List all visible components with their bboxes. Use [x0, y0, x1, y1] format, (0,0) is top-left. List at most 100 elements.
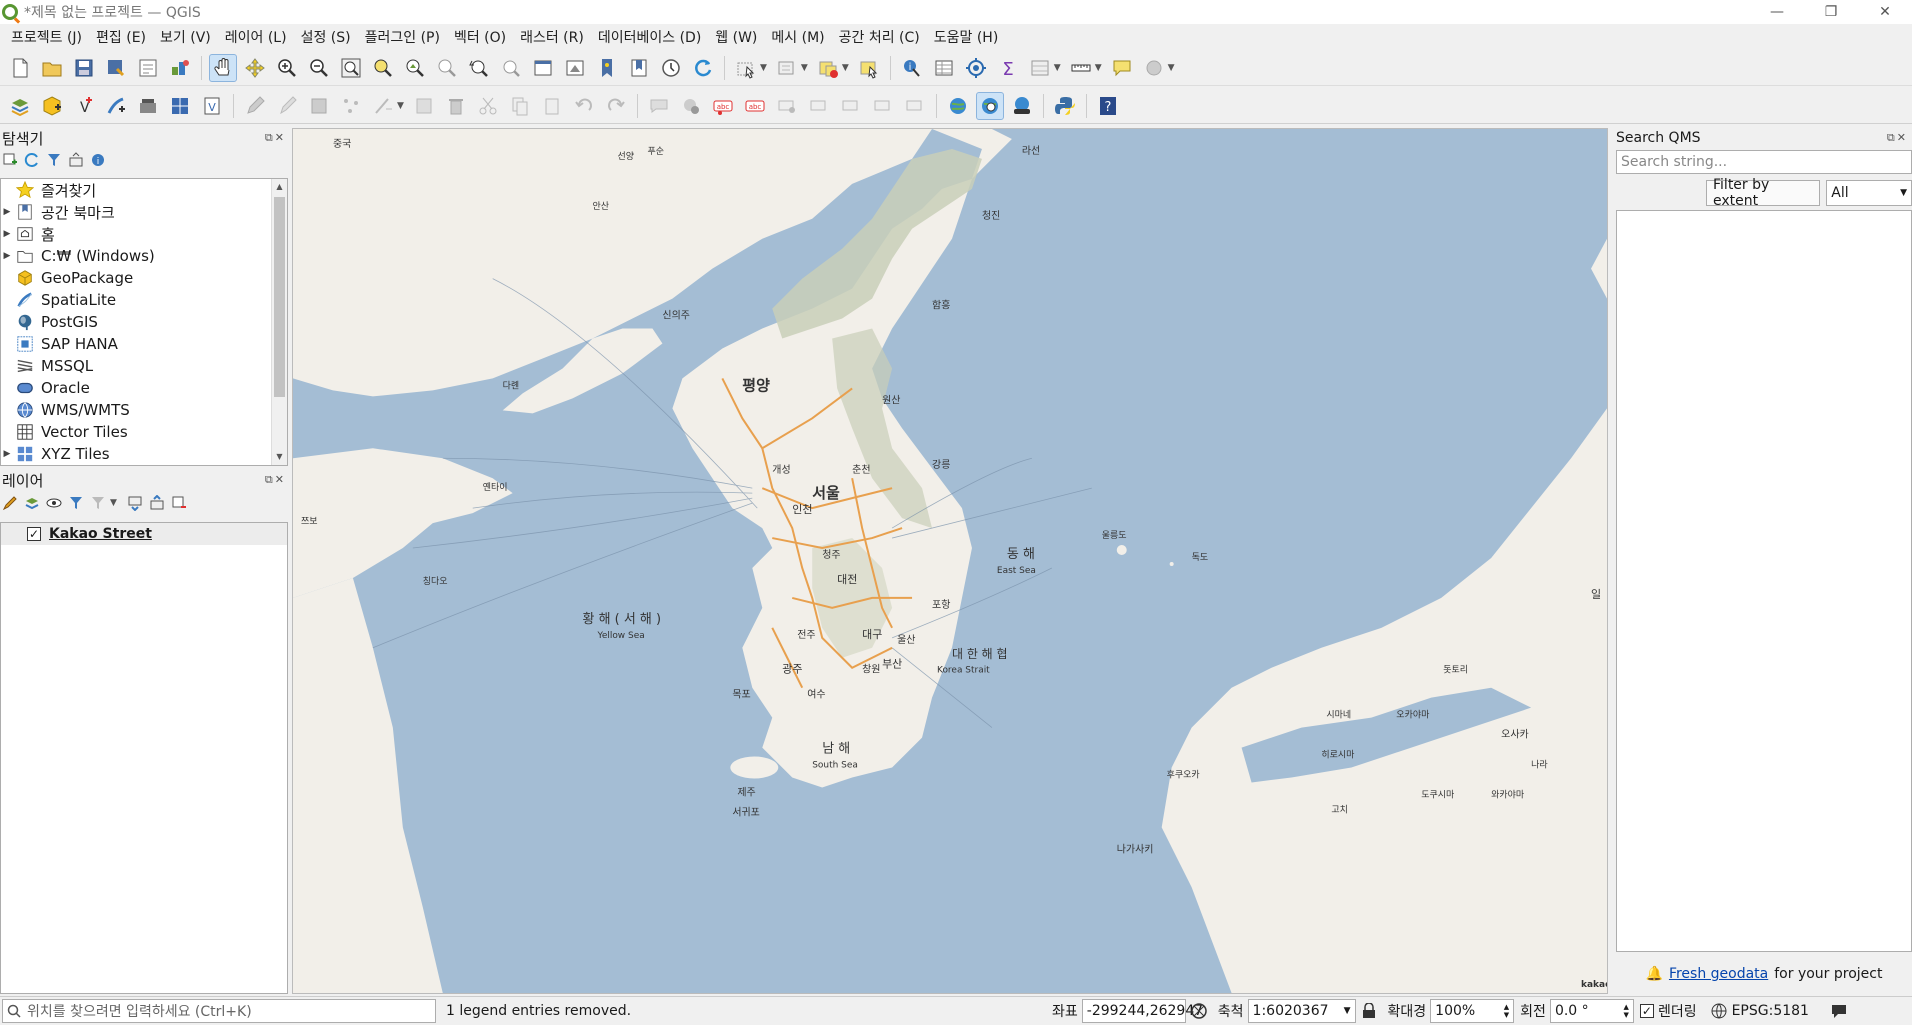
edits-icon[interactable] — [241, 92, 269, 120]
browser-item-oracle[interactable]: Oracle — [1, 377, 287, 399]
pan-map-icon[interactable] — [209, 53, 237, 82]
browser-item-wms[interactable]: WMS/WMTS — [1, 399, 287, 421]
map-tips-icon[interactable] — [1108, 54, 1136, 82]
panel-float-close-icon[interactable]: ⧉✕ — [265, 131, 286, 145]
zoom-to-layer-icon[interactable] — [401, 54, 429, 82]
properties-icon[interactable]: i — [90, 152, 106, 168]
label-toolbar-icon[interactable]: abc — [709, 92, 737, 120]
qms-search-input[interactable]: Search string... — [1616, 150, 1912, 174]
menu-database[interactable]: 데이터베이스 (D) — [591, 27, 708, 47]
change-label-icon[interactable] — [901, 92, 929, 120]
scale-combo[interactable]: 1:6020367 ▼ — [1247, 999, 1356, 1023]
new-geopackage-layer-icon[interactable] — [38, 92, 66, 120]
filter-by-extent-button[interactable]: Filter by extent — [1706, 177, 1821, 209]
menu-view[interactable]: 보기 (V) — [153, 27, 218, 47]
menu-settings[interactable]: 설정 (S) — [294, 27, 358, 47]
new-virtual-layer-icon[interactable] — [134, 92, 162, 120]
open-table-icon[interactable] — [1026, 54, 1054, 82]
spin-arrows-icon[interactable]: ▲ ▼ — [1624, 1003, 1629, 1019]
annotation-icon[interactable] — [645, 92, 673, 120]
field-calculator-icon[interactable] — [962, 54, 990, 82]
qms-filter-select[interactable]: All ▼ — [1826, 180, 1912, 206]
qms-settings-icon[interactable] — [1008, 92, 1036, 120]
expand-arrow-icon[interactable]: ▶ — [1, 207, 13, 217]
print-layout-icon[interactable] — [134, 54, 162, 82]
save-edits-icon[interactable] — [305, 92, 333, 120]
vertex-dropdown-icon[interactable]: ▼ — [397, 101, 404, 111]
new-mesh-layer-icon[interactable] — [166, 92, 194, 120]
scroll-down-icon[interactable]: ▼ — [272, 449, 287, 465]
zoom-last-icon[interactable] — [465, 54, 493, 82]
qms-search-icon[interactable] — [975, 91, 1004, 120]
select-by-value-icon[interactable] — [773, 54, 801, 82]
browser-item-mssql[interactable]: MSSQL — [1, 355, 287, 377]
style-layer-icon[interactable] — [2, 495, 18, 511]
menu-vector[interactable]: 벡터 (O) — [447, 27, 513, 47]
browser-item-spatialite[interactable]: SpatiaLite — [1, 289, 287, 311]
redo-icon[interactable] — [602, 92, 630, 120]
new-3d-view-icon[interactable] — [561, 54, 589, 82]
new-project-icon[interactable] — [6, 54, 34, 82]
new-shapefile-layer-icon[interactable]: V — [70, 92, 98, 120]
expand-all-icon[interactable] — [127, 495, 143, 511]
select-value-dropdown-icon[interactable]: ▼ — [801, 63, 808, 73]
panel-float-close-icon[interactable]: ⧉✕ — [265, 473, 286, 487]
menu-raster[interactable]: 래스터 (R) — [513, 27, 591, 47]
menu-project[interactable]: 프로젝트 (J) — [4, 27, 89, 47]
select-dropdown-icon[interactable]: ▼ — [760, 63, 767, 73]
new-map-view-icon[interactable] — [529, 54, 557, 82]
filter-browser-icon[interactable] — [46, 152, 62, 168]
deselect-dropdown-icon[interactable]: ▼ — [842, 63, 849, 73]
copy-features-icon[interactable] — [506, 92, 534, 120]
digitize-icon[interactable] — [337, 92, 365, 120]
add-group-icon[interactable] — [24, 495, 40, 511]
menu-plugins[interactable]: 플러그인 (P) — [358, 27, 447, 47]
undo-icon[interactable] — [570, 92, 598, 120]
menu-edit[interactable]: 편집 (E) — [89, 27, 153, 47]
modify-attributes-icon[interactable] — [410, 92, 438, 120]
close-button[interactable]: ✕ — [1858, 0, 1912, 24]
coordinate-field[interactable]: -299244,262947 — [1081, 999, 1203, 1023]
select-location-icon[interactable] — [855, 54, 883, 82]
decorations-icon[interactable] — [1140, 54, 1168, 82]
zoom-full-icon[interactable] — [337, 54, 365, 82]
move-label-icon[interactable] — [837, 92, 865, 120]
measure-dropdown-icon[interactable]: ▼ — [1095, 63, 1102, 73]
locator-search-input[interactable]: 위치를 찾으려면 입력하세요 (Ctrl+K) — [2, 999, 436, 1023]
rotate-label-icon[interactable] — [869, 92, 897, 120]
filter-legend-icon[interactable] — [68, 495, 84, 511]
zoom-out-icon[interactable] — [305, 54, 333, 82]
add-selected-layers-icon[interactable] — [2, 152, 18, 168]
remove-layer-icon[interactable] — [171, 495, 187, 511]
measure-line-icon[interactable] — [1067, 54, 1095, 82]
zoom-to-selection-icon[interactable] — [369, 54, 397, 82]
scroll-up-icon[interactable]: ▲ — [272, 179, 287, 195]
refresh-browser-icon[interactable] — [24, 152, 40, 168]
render-checkbox[interactable]: ✓ — [1639, 1004, 1654, 1018]
collapse-all-icon[interactable] — [68, 152, 84, 168]
browser-item-geopackage[interactable]: GeoPackage — [1, 267, 287, 289]
manage-visibility-icon[interactable] — [46, 495, 62, 511]
zoom-next-icon[interactable] — [497, 54, 525, 82]
new-temporary-layer-icon[interactable]: V — [198, 92, 226, 120]
vertex-tool-icon[interactable] — [369, 92, 397, 120]
quickmapservices-icon[interactable] — [944, 92, 972, 120]
cut-features-icon[interactable] — [474, 92, 502, 120]
statistics-icon[interactable]: Σ — [994, 54, 1022, 82]
filter-dropdown-icon[interactable]: ▼ — [110, 498, 117, 508]
new-spatialite-layer-icon[interactable] — [102, 92, 130, 120]
browser-item-postgis[interactable]: PostGIS — [1, 311, 287, 333]
select-features-icon[interactable] — [732, 54, 760, 82]
messages-icon[interactable] — [1829, 1001, 1849, 1021]
menu-web[interactable]: 웹 (W) — [708, 27, 764, 47]
label-settings-icon[interactable]: abc — [741, 92, 769, 120]
magnifier-spinbox[interactable]: 100% ▲ ▼ — [1430, 999, 1515, 1023]
extent-toggle-icon[interactable] — [1189, 1001, 1209, 1021]
toggle-editing-icon[interactable] — [273, 92, 301, 120]
menu-help[interactable]: 도움말 (H) — [927, 27, 1006, 47]
menu-layer[interactable]: 레이어 (L) — [218, 27, 294, 47]
crs-label[interactable]: EPSG:5181 — [1732, 1003, 1809, 1019]
decorations-dropdown-icon[interactable]: ▼ — [1168, 63, 1175, 73]
map-canvas[interactable]: 중국 선양 푸순 안산 다롄 옌타이 칭다오 쯔보 신의주 평양 개성 서울 인… — [292, 128, 1608, 994]
expand-arrow-icon[interactable]: ▶ — [1, 229, 13, 239]
